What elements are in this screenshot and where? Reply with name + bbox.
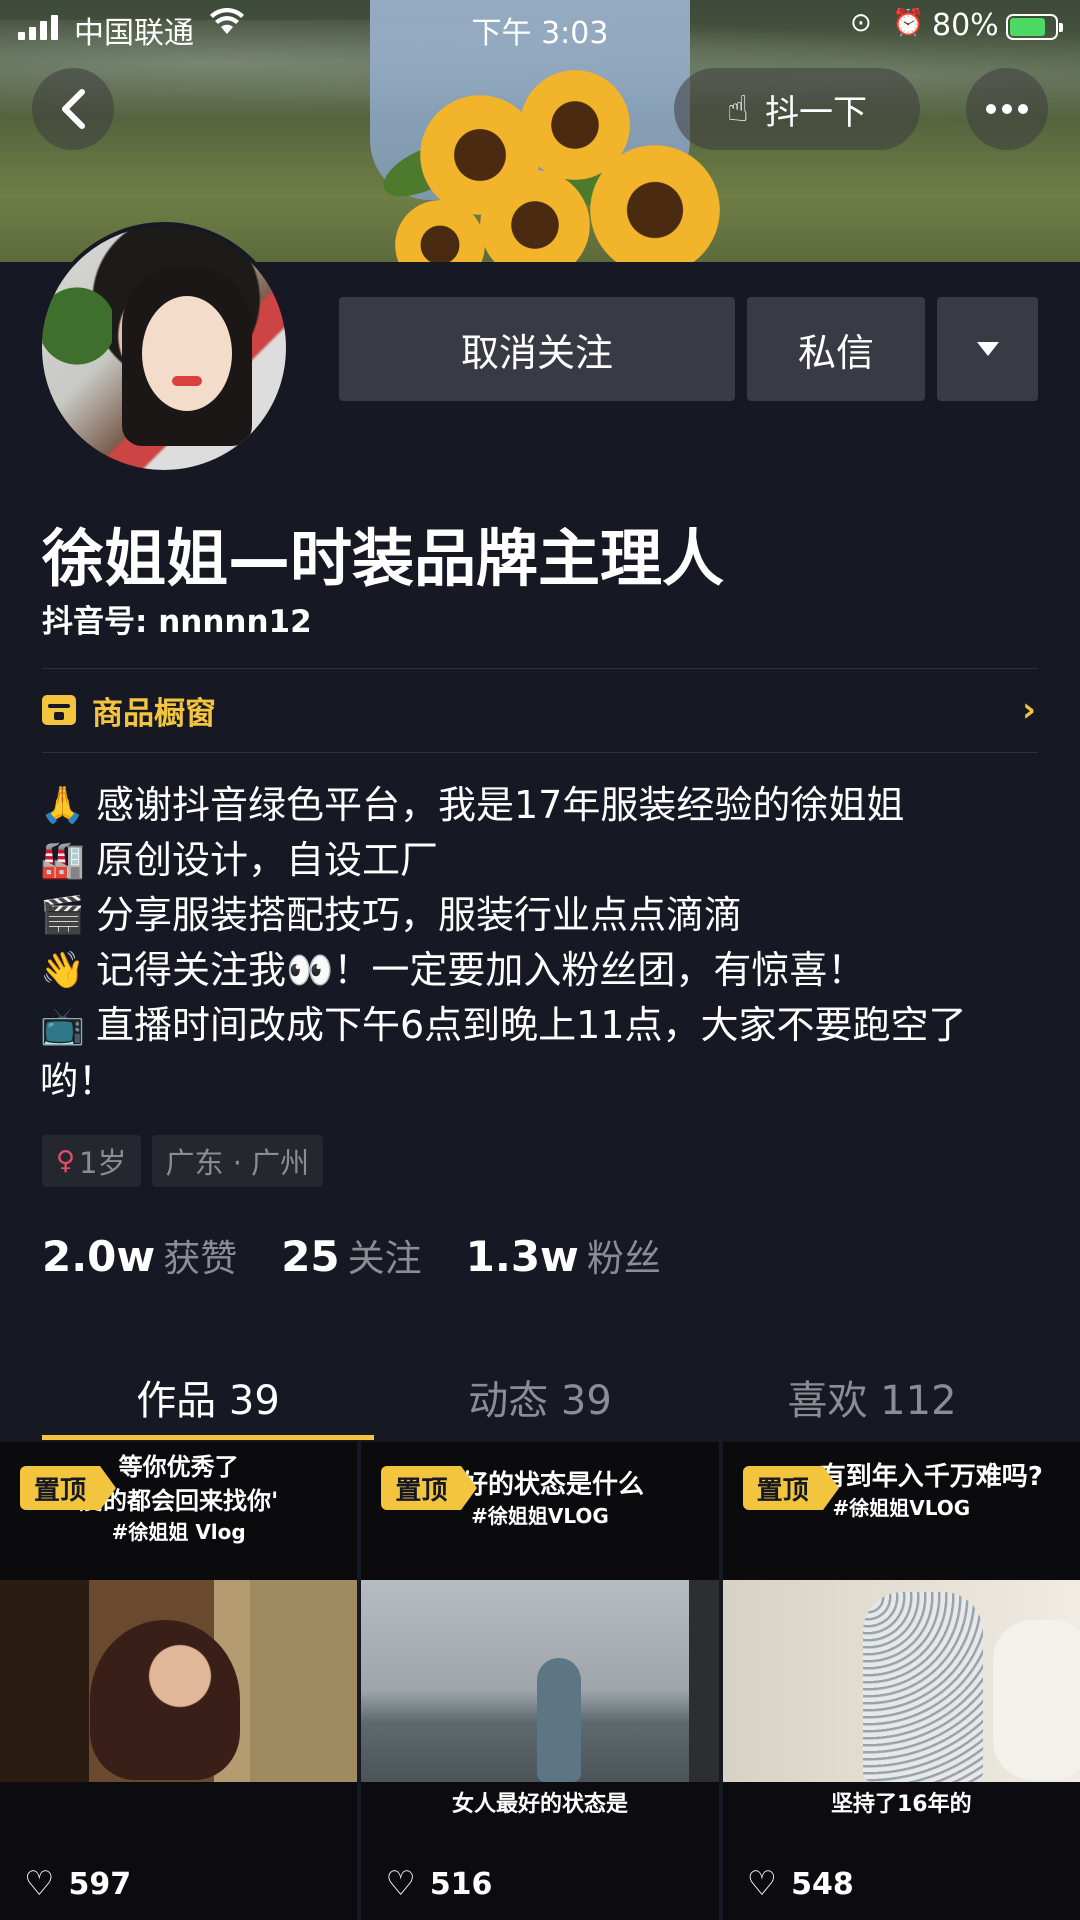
bio-text: 分享服装搭配技巧，服装行业点点滴滴	[96, 893, 743, 937]
video-top-caption: 最好的状态是什么 #徐姐姐VLOG	[361, 1442, 719, 1580]
back-button[interactable]	[32, 68, 114, 150]
clapper-icon: 🎬	[40, 895, 85, 936]
waving-hand-icon: 👋	[40, 950, 85, 991]
bio: 🙏 感谢抖音绿色平台，我是17年服装经验的徐姐姐 🏭 原创设计，自设工厂 🎬 分享服装…	[40, 778, 1040, 1109]
female-icon: ♀	[56, 1146, 76, 1176]
video-bottom-caption: 女人最好的状态是	[451, 1792, 628, 1817]
stat-label: 获赞	[163, 1237, 238, 1280]
tab-moments[interactable]: 动态 39	[374, 1350, 706, 1440]
unfollow-button[interactable]: 取消关注	[339, 297, 735, 401]
more-options-button[interactable]	[966, 68, 1048, 150]
pinned-badge: 置顶	[742, 1466, 839, 1510]
stat-number: 25	[281, 1232, 340, 1281]
shop-window-entry[interactable]: 商品橱窗 ›	[42, 668, 1038, 752]
profile-stats: 2.0w 获赞 25 关注 1.3w 粉丝	[42, 1228, 661, 1282]
avatar[interactable]	[38, 222, 290, 474]
video-top-caption: 等你优秀了 爱的都会回来找你' #徐姐姐 Vlog	[0, 1442, 358, 1580]
bio-line: 📺 直播时间改成下午6点到晚上11点，大家不要跑空了哟！	[40, 998, 1040, 1109]
recommend-dropdown-button[interactable]	[937, 297, 1038, 401]
pinned-badge: 置顶	[20, 1466, 117, 1510]
battery-percent: 80%	[932, 8, 999, 43]
bio-line: 👋 记得关注我👀！一定要加入粉丝团，有惊喜！	[40, 943, 1040, 998]
chevron-right-icon: ›	[1021, 690, 1036, 730]
age-text: 1岁	[79, 1146, 127, 1180]
video-thumbnail	[361, 1580, 719, 1782]
age-tag: ♀ 1岁	[42, 1135, 141, 1187]
alarm-icon: ⏰	[892, 8, 925, 38]
stat-number: 2.0w	[42, 1232, 156, 1281]
video-likes: ♡ 597	[24, 1864, 131, 1904]
shop-window-label: 商品橱窗	[92, 695, 216, 732]
video-top-caption: 有到年入千万难吗? #徐姐姐VLOG	[722, 1442, 1080, 1580]
video-card[interactable]: 有到年入千万难吗? #徐姐姐VLOG 坚持了16年的 置顶 ♡ 548	[722, 1442, 1080, 1920]
shake-label: 抖一下	[764, 92, 867, 133]
praying-hands-icon: 🙏	[40, 785, 85, 826]
video-grid: 等你优秀了 爱的都会回来找你' #徐姐姐 Vlog 置顶 ♡ 597 最好的状态…	[0, 1442, 1080, 1920]
following-stat[interactable]: 25 关注	[281, 1228, 421, 1282]
video-likes: ♡ 516	[385, 1864, 492, 1904]
bio-text: 记得关注我👀！一定要加入粉丝团，有惊喜！	[96, 948, 866, 992]
rotation-lock-icon: ⊙	[850, 8, 872, 38]
content-tabs: 作品 39 动态 39 喜欢 112	[0, 1350, 1080, 1440]
message-button[interactable]: 私信	[747, 297, 925, 401]
triangle-down-icon	[976, 342, 999, 356]
pointing-hand-icon: ☝	[727, 88, 749, 130]
status-bar: 中国联通 下午 3:03 ⊙ ⏰ 80%	[0, 0, 1080, 52]
bio-line: 🏭 原创设计，自设工厂	[40, 833, 1040, 888]
heart-icon: ♡	[24, 1864, 55, 1904]
bio-text: 原创设计，自设工厂	[96, 838, 439, 882]
video-thumbnail	[722, 1580, 1080, 1782]
video-likes: ♡ 548	[747, 1864, 854, 1904]
profile-name: 徐姐姐—时装品牌主理人	[42, 522, 725, 595]
stat-label: 关注	[347, 1237, 422, 1280]
douyin-id: 抖音号: nnnnn12	[42, 604, 312, 640]
followers-stat[interactable]: 1.3w 粉丝	[466, 1228, 661, 1282]
video-thumbnail	[0, 1580, 358, 1782]
likes-stat[interactable]: 2.0w 获赞	[42, 1228, 237, 1282]
more-dots-icon	[986, 104, 1028, 114]
battery-icon	[1006, 14, 1063, 40]
television-icon: 📺	[40, 1006, 85, 1047]
like-count: 516	[429, 1866, 493, 1902]
video-card[interactable]: 等你优秀了 爱的都会回来找你' #徐姐姐 Vlog 置顶 ♡ 597	[0, 1442, 358, 1920]
stat-label: 粉丝	[586, 1237, 661, 1280]
bio-line: 🙏 感谢抖音绿色平台，我是17年服装经验的徐姐姐	[40, 778, 1040, 833]
bio-line: 🎬 分享服装搭配技巧，服装行业点点滴滴	[40, 888, 1040, 943]
chevron-left-icon	[62, 89, 85, 129]
heart-icon: ♡	[385, 1864, 416, 1904]
location-tag: 广东 · 广州	[151, 1135, 324, 1187]
factory-icon: 🏭	[40, 840, 85, 881]
tab-likes[interactable]: 喜欢 112	[706, 1350, 1038, 1440]
stat-number: 1.3w	[465, 1232, 579, 1281]
shake-button[interactable]: ☝ 抖一下	[674, 68, 920, 150]
divider	[42, 752, 1038, 753]
heart-icon: ♡	[746, 1864, 778, 1904]
tab-works[interactable]: 作品 39	[42, 1350, 374, 1440]
caption-line: #徐姐姐 Vlog	[111, 1520, 246, 1544]
like-count: 597	[68, 1866, 132, 1902]
video-card[interactable]: 最好的状态是什么 #徐姐姐VLOG 女人最好的状态是 置顶 ♡ 516	[361, 1442, 719, 1920]
profile-tags: ♀ 1岁 广东 · 广州	[42, 1135, 324, 1187]
bio-text: 直播时间改成下午6点到晚上11点，大家不要跑空了哟！	[40, 1003, 967, 1103]
like-count: 548	[791, 1866, 854, 1902]
shop-icon	[42, 695, 76, 725]
video-bottom-caption: 坚持了16年的	[831, 1792, 972, 1817]
pinned-badge: 置顶	[381, 1466, 478, 1510]
bio-text: 感谢抖音绿色平台，我是17年服装经验的徐姐姐	[96, 783, 905, 827]
